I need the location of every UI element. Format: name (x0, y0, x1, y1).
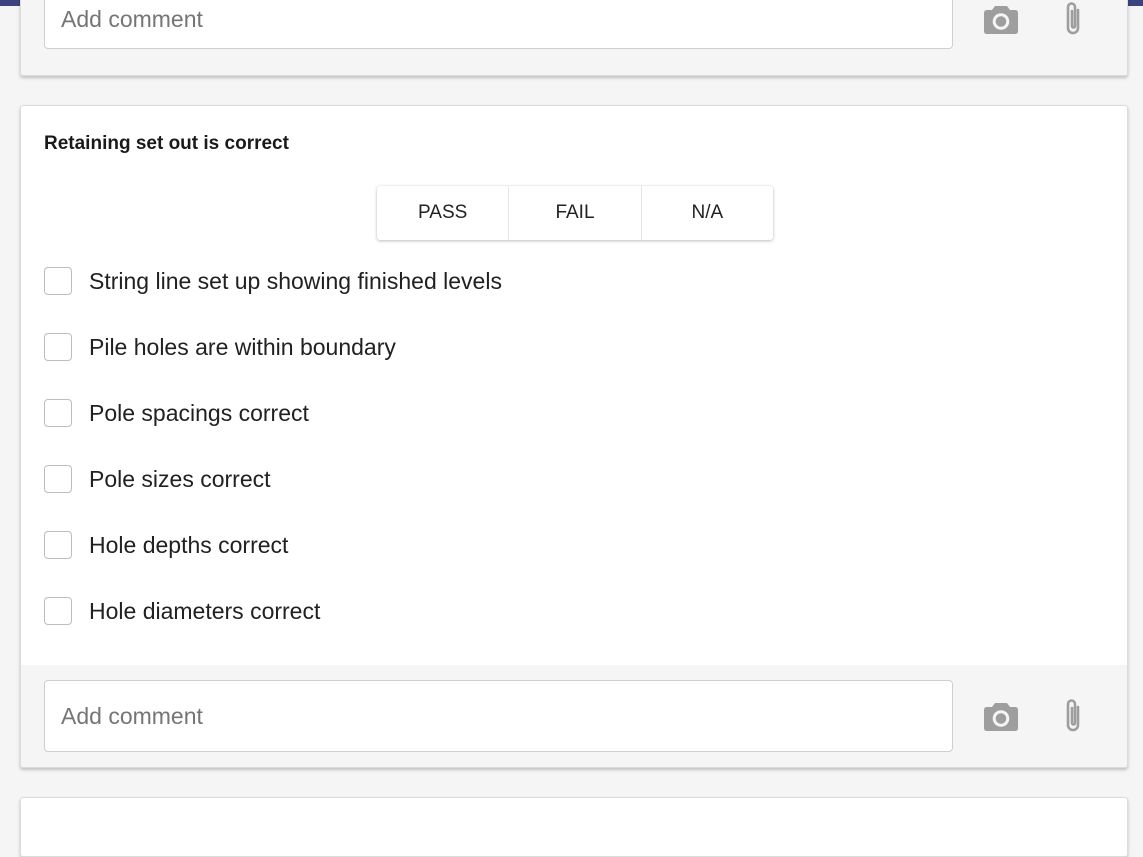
checklist-item-pole-spacings[interactable]: Pole spacings correct (44, 380, 502, 446)
next-question-card (20, 797, 1128, 857)
checklist: String line set up showing finished leve… (44, 248, 502, 644)
checklist-label: Pole sizes correct (89, 465, 271, 492)
question-title: Retaining set out is correct (44, 133, 289, 154)
checklist-label: Pile holes are within boundary (89, 333, 396, 360)
checklist-label: Pole spacings correct (89, 399, 309, 426)
checkbox[interactable] (44, 267, 72, 295)
checklist-item-pole-sizes[interactable]: Pole sizes correct (44, 446, 502, 512)
previous-question-card (20, 0, 1128, 76)
fail-button[interactable]: FAIL (509, 186, 642, 240)
comment-row (21, 665, 1127, 767)
paperclip-icon[interactable] (1053, 696, 1093, 736)
checkbox[interactable] (44, 399, 72, 427)
checklist-label: Hole diameters correct (89, 597, 321, 624)
checkbox[interactable] (44, 465, 72, 493)
camera-icon[interactable] (981, 696, 1021, 736)
comment-input[interactable] (44, 680, 953, 752)
comment-input[interactable] (44, 0, 953, 49)
paperclip-icon[interactable] (1053, 0, 1093, 39)
checklist-item-hole-depths[interactable]: Hole depths correct (44, 512, 502, 578)
result-button-group: PASS FAIL N/A (377, 186, 773, 240)
checkbox[interactable] (44, 597, 72, 625)
checklist-label: String line set up showing finished leve… (89, 267, 502, 294)
checkbox[interactable] (44, 333, 72, 361)
checkbox[interactable] (44, 531, 72, 559)
camera-icon[interactable] (981, 0, 1021, 39)
checklist-item-pile-holes[interactable]: Pile holes are within boundary (44, 314, 502, 380)
checklist-label: Hole depths correct (89, 531, 289, 558)
comment-row (21, 0, 1127, 75)
checklist-item-hole-diameters[interactable]: Hole diameters correct (44, 578, 502, 644)
na-button[interactable]: N/A (642, 186, 773, 240)
checklist-item-string-line[interactable]: String line set up showing finished leve… (44, 248, 502, 314)
pass-button[interactable]: PASS (377, 186, 510, 240)
question-card: Retaining set out is correct PASS FAIL N… (20, 105, 1128, 768)
